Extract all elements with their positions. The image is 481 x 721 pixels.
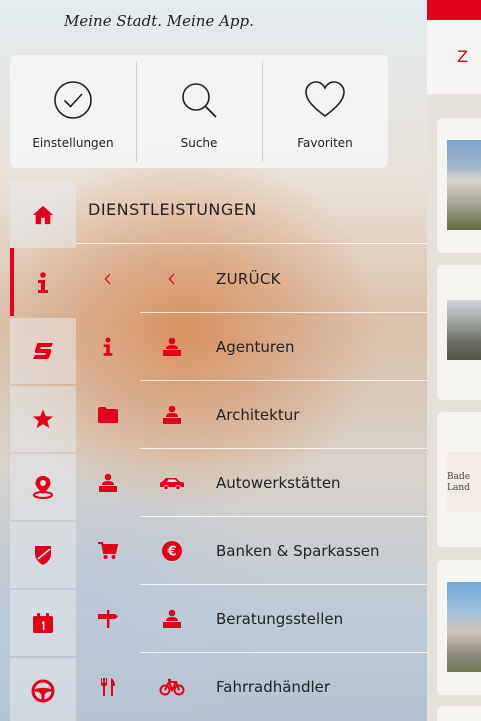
- calendar-icon: [33, 613, 53, 633]
- settings-button-label: Einstellungen: [32, 136, 114, 150]
- list-item-label: Architektur: [216, 406, 300, 424]
- home-icon: [32, 205, 54, 225]
- list-item-banken-sparkassen[interactable]: € Banken & Sparkassen: [90, 517, 427, 585]
- fork-knife-icon: [90, 653, 126, 721]
- signpost-icon: [90, 585, 126, 653]
- list-item-beratungsstellen[interactable]: Beratungsstellen: [90, 585, 427, 653]
- content-card-image: [447, 582, 481, 672]
- folder-icon: [90, 381, 126, 449]
- section-title: DIENSTLEISTUNGEN: [88, 200, 257, 219]
- person-desk-icon: [154, 585, 190, 653]
- content-card-image: [447, 140, 481, 230]
- list-item-label: Autowerkstätten: [216, 474, 341, 492]
- content-card[interactable]: Bade Land: [437, 412, 481, 547]
- heart-icon: [305, 81, 345, 118]
- search-button-label: Suche: [180, 136, 218, 150]
- person-desk-icon: [90, 449, 126, 517]
- list-item-label: Banken & Sparkassen: [216, 542, 380, 560]
- content-top-bar: [427, 0, 481, 20]
- info-icon: [90, 313, 126, 381]
- euro-icon: €: [154, 517, 190, 585]
- check-circle-icon: [54, 81, 92, 119]
- rail-item-home[interactable]: [10, 182, 76, 248]
- sparkasse-s-icon: [33, 343, 53, 359]
- chevron-left-icon: [90, 245, 126, 313]
- search-button[interactable]: Suche: [136, 55, 262, 168]
- content-card[interactable]: [437, 560, 481, 695]
- back-button-label: ZURÜCK: [216, 270, 281, 288]
- back-button[interactable]: ZURÜCK: [90, 245, 427, 313]
- content-tab-header[interactable]: Z: [427, 20, 481, 94]
- list-item-label: Agenturen: [216, 338, 295, 356]
- rail-item-calendar[interactable]: [10, 590, 76, 656]
- content-card[interactable]: [437, 706, 481, 721]
- content-card-text: Bade Land: [447, 472, 471, 493]
- app-tagline: Meine Stadt. Meine App.: [64, 12, 254, 30]
- car-icon: [154, 449, 190, 517]
- person-desk-icon: [154, 381, 190, 449]
- favorites-button[interactable]: Favoriten: [262, 55, 388, 168]
- rail-item-map[interactable]: [10, 454, 76, 520]
- divider: [76, 243, 427, 244]
- rail-item-sparkasse[interactable]: [10, 318, 76, 384]
- map-pin-icon: [33, 476, 53, 499]
- star-icon: [32, 409, 54, 429]
- chevron-left-icon: [154, 245, 190, 313]
- shield-icon: [35, 546, 51, 565]
- rail-item-coat-of-arms[interactable]: [10, 522, 76, 588]
- settings-button[interactable]: Einstellungen: [10, 55, 136, 168]
- list-item-architektur[interactable]: Architektur: [90, 381, 427, 449]
- content-card-image: [447, 300, 481, 360]
- rail-item-info[interactable]: [10, 250, 76, 316]
- list-item-label: Beratungsstellen: [216, 610, 344, 628]
- person-desk-icon: [154, 313, 190, 381]
- navigation-drawer: Meine Stadt. Meine App. Einstellungen Su…: [0, 0, 427, 721]
- list-item-fahrradhaendler[interactable]: Fahrradhändler: [90, 653, 427, 721]
- rail-item-mobility[interactable]: [10, 658, 76, 721]
- shopping-cart-icon: [90, 517, 126, 585]
- quick-actions-bar: Einstellungen Suche Favoriten: [10, 55, 388, 168]
- content-tab-label: Z: [457, 47, 468, 66]
- svg-text:€: €: [166, 545, 176, 560]
- steering-wheel-icon: [31, 679, 55, 703]
- content-strip: Z Bade Land: [427, 0, 481, 721]
- favorites-button-label: Favoriten: [297, 136, 353, 150]
- search-icon: [182, 83, 217, 118]
- list-item-autowerkstaetten[interactable]: Autowerkstätten: [90, 449, 427, 517]
- rail-item-favorites[interactable]: [10, 386, 76, 452]
- info-icon: [38, 272, 48, 293]
- content-card[interactable]: [437, 265, 481, 400]
- list-item-agenturen[interactable]: Agenturen: [90, 313, 427, 381]
- list-item-label: Fahrradhändler: [216, 678, 331, 696]
- bicycle-icon: [154, 653, 190, 721]
- content-card[interactable]: [437, 118, 481, 253]
